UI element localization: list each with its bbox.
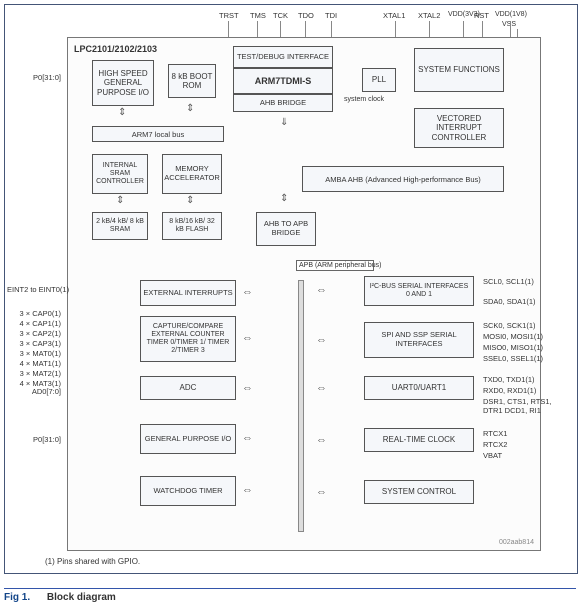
block-system-control: SYSTEM CONTROL xyxy=(364,480,474,504)
pin-miso: MISO0, MISO1(1) xyxy=(483,343,543,352)
pin-rtcx2: RTCX2 xyxy=(483,440,507,449)
block-capture-compare-timers: CAPTURE/COMPARE EXTERNAL COUNTER TIMER 0… xyxy=(140,316,236,362)
pin-xtal2: XTAL2 xyxy=(418,11,440,20)
figure-title: Block diagram xyxy=(47,592,116,603)
block-pll: PLL xyxy=(362,68,396,92)
arrow-double-icon: ⇔ xyxy=(316,334,326,346)
block-hs-gpio: HIGH SPEED GENERAL PURPOSE I/O xyxy=(92,60,154,106)
diagram-frame: TRST TMS TCK TDO TDI XTAL1 XTAL2 RST VDD… xyxy=(4,4,578,574)
arrow-double-icon: ⇔ xyxy=(316,434,326,446)
block-spi-ssp: SPI AND SSP SERIAL INTERFACES xyxy=(364,322,474,358)
pin-modem-ctrl: DSR1, CTS1, RTS1, DTR1 DCD1, RI1 xyxy=(483,397,563,415)
chip-boundary: LPC2101/2102/2103 HIGH SPEED GENERAL PUR… xyxy=(67,37,541,551)
pin-txd: TXD0, TXD1(1) xyxy=(483,375,535,384)
pin-tck: TCK xyxy=(273,11,288,20)
apb-bus-spine xyxy=(298,280,304,532)
block-core: ARM7TDMI-S xyxy=(233,68,333,94)
figure-number: Fig 1. xyxy=(4,592,30,603)
pin-tms: TMS xyxy=(250,11,266,20)
arrow-double-icon: ⇔ xyxy=(242,382,252,394)
arrow-double-icon: ⇔ xyxy=(316,486,326,498)
block-uart: UART0/UART1 xyxy=(364,376,474,400)
figure-caption: Fig 1. Block diagram xyxy=(4,588,576,603)
block-vic: VECTORED INTERRUPT CONTROLLER xyxy=(414,108,504,148)
arrow-double-icon: ⇔ xyxy=(242,286,252,298)
pin-cap1: 4 × CAP1(1) xyxy=(7,319,61,328)
pin-vdd33: VDD(3V3) xyxy=(448,11,480,18)
label-system-clock: system clock xyxy=(344,96,384,103)
block-memory-accelerator: MEMORY ACCELERATOR xyxy=(162,154,222,194)
pin-trst: TRST xyxy=(219,11,239,20)
arrow-double-icon: ⇔ xyxy=(242,332,252,344)
pin-p0-bot: P0[31:0] xyxy=(11,435,61,444)
pin-vdd18: VDD(1V8) xyxy=(495,11,527,18)
pin-vbat: VBAT xyxy=(483,451,502,460)
arrow-down-icon: ⇕ xyxy=(186,196,194,206)
arrow-down-icon: ⇓ xyxy=(280,118,288,128)
pin-mat2: 3 × MAT2(1) xyxy=(7,369,61,378)
block-boot-rom: 8 kB BOOT ROM xyxy=(168,64,216,98)
block-gpio: GENERAL PURPOSE I/O xyxy=(140,424,236,454)
page: TRST TMS TCK TDO TDI XTAL1 XTAL2 RST VDD… xyxy=(0,0,582,605)
pin-cap0: 3 × CAP0(1) xyxy=(7,309,61,318)
pin-rxd: RXD0, RXD1(1) xyxy=(483,386,536,395)
pin-vss: VSS xyxy=(502,21,516,28)
arrow-down-icon: ⇕ xyxy=(186,104,194,114)
pin-sda: SDA0, SDA1(1) xyxy=(483,297,536,306)
footnote: (1) Pins shared with GPIO. xyxy=(45,557,140,566)
arrow-down-icon: ⇕ xyxy=(280,194,288,204)
arrow-down-icon: ⇕ xyxy=(116,196,124,206)
block-rtc: REAL-TIME CLOCK xyxy=(364,428,474,452)
bus-amba-ahb: AMBA AHB (Advanced High-performance Bus) xyxy=(302,166,504,192)
pin-eint: EINT2 to EINT0(1) xyxy=(7,285,61,294)
arrow-double-icon: ⇔ xyxy=(242,484,252,496)
arrow-double-icon: ⇔ xyxy=(316,284,326,296)
chip-title: LPC2101/2102/2103 xyxy=(74,44,157,54)
block-system-functions: SYSTEM FUNCTIONS xyxy=(414,48,504,92)
pin-mosi: MOSI0, MOSI1(1) xyxy=(483,332,543,341)
block-internal-sram-controller: INTERNAL SRAM CONTROLLER xyxy=(92,154,148,194)
pin-rtcx1: RTCX1 xyxy=(483,429,507,438)
pin-tdi: TDI xyxy=(325,11,337,20)
pin-p0-top: P0[31:0] xyxy=(11,73,61,82)
block-i2c: I²C-BUS SERIAL INTERFACES 0 AND 1 xyxy=(364,276,474,306)
pin-cap2: 3 × CAP2(1) xyxy=(7,329,61,338)
block-watchdog-timer: WATCHDOG TIMER xyxy=(140,476,236,506)
pin-cap3: 3 × CAP3(1) xyxy=(7,339,61,348)
bus-arm7-local: ARM7 local bus xyxy=(92,126,224,142)
block-adc: ADC xyxy=(140,376,236,400)
pin-xtal1: XTAL1 xyxy=(383,11,405,20)
pin-mat0: 3 × MAT0(1) xyxy=(7,349,61,358)
pin-ad0: AD0[7:0] xyxy=(11,387,61,396)
label-apb-bus: APB (ARM peripheral bus) xyxy=(296,260,374,271)
pin-ssel: SSEL0, SSEL1(1) xyxy=(483,354,543,363)
block-ahb-to-apb-bridge: AHB TO APB BRIDGE xyxy=(256,212,316,246)
pin-mat1: 4 × MAT1(1) xyxy=(7,359,61,368)
arrow-double-icon: ⇔ xyxy=(242,432,252,444)
arrow-down-icon: ⇕ xyxy=(118,108,126,118)
block-ahb-bridge: AHB BRIDGE xyxy=(233,94,333,112)
block-external-interrupts: EXTERNAL INTERRUPTS xyxy=(140,280,236,306)
doc-id: 002aab814 xyxy=(499,539,534,546)
pin-sck: SCK0, SCK1(1) xyxy=(483,321,536,330)
pin-tdo: TDO xyxy=(298,11,314,20)
block-flash: 8 kB/16 kB/ 32 kB FLASH xyxy=(162,212,222,240)
pin-scl: SCL0, SCL1(1) xyxy=(483,277,534,286)
block-test-debug: TEST/DEBUG INTERFACE xyxy=(233,46,333,68)
block-sram: 2 kB/4 kB/ 8 kB SRAM xyxy=(92,212,148,240)
arrow-double-icon: ⇔ xyxy=(316,382,326,394)
